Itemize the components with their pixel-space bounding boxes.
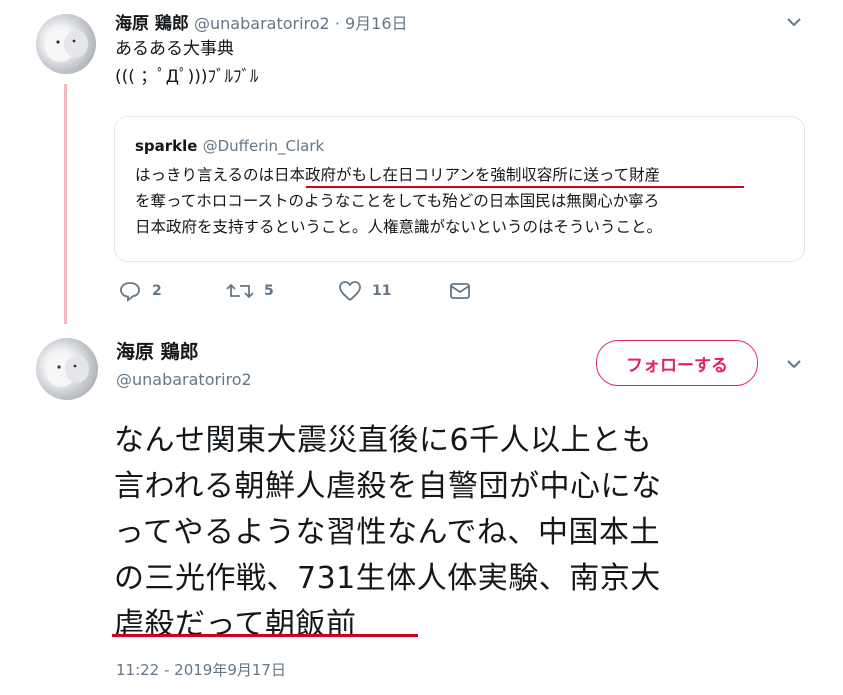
tweet-timestamp[interactable]: 11:22 - 2019年9月17日: [116, 659, 286, 680]
quoted-tweet-header: sparkle @Dufferin_Clark: [135, 136, 324, 155]
chevron-down-icon[interactable]: [783, 11, 805, 33]
tweet-text-line-2: ((( ；ﾟДﾟ)))ﾌﾞﾙﾌﾞﾙ: [115, 67, 259, 87]
quoted-text-line: 日本政府を支持するということ。人権意識がないというのはそういうこと。: [135, 218, 663, 236]
quoted-author-handle: @Dufferin_Clark: [202, 137, 325, 155]
avatar[interactable]: [36, 338, 98, 400]
chevron-down-icon[interactable]: [783, 353, 805, 375]
author-handle[interactable]: @unabaratoriro2: [194, 14, 330, 33]
annotation-underline: [112, 634, 418, 637]
author-name[interactable]: 海原 鶏郎: [115, 14, 189, 34]
quoted-text-line: を奪ってホロコーストのようなことをしても殆どの日本国民は無関心か寧ろ: [135, 192, 660, 210]
tweet-header: 海原 鶏郎 @unabaratoriro2 · 9月16日: [115, 9, 408, 34]
reply-button[interactable]: 2: [118, 280, 162, 302]
reply-count: 2: [152, 283, 162, 299]
tweet-text-line: 虐殺だって朝飯前: [114, 607, 357, 642]
author-name[interactable]: 海原 鶏郎: [116, 337, 199, 364]
like-icon: [339, 281, 361, 302]
retweet-icon: [226, 283, 254, 299]
tweet-date[interactable]: · 9月16日: [335, 14, 408, 33]
tweet-text-line: 言われる朝鮮人虐殺を自警団が中心にな: [114, 469, 662, 504]
annotation-underline: [306, 186, 744, 188]
author-handle[interactable]: @unabaratoriro2: [116, 370, 252, 389]
retweet-button[interactable]: 5: [226, 280, 274, 302]
tweet-text-line: の三光作戦、731生体人体実験、南京大: [114, 561, 661, 596]
message-icon[interactable]: [448, 280, 472, 302]
thread-line: [64, 84, 67, 324]
follow-button[interactable]: フォローする: [596, 340, 758, 386]
quoted-text-line: はっきり言えるのは日本政府がもし在日コリアンを強制収容所に送って財産: [135, 166, 661, 184]
tweet-text-line: なんせ関東大震災直後に6千人以上とも: [114, 423, 653, 458]
tweet-text-line-1: あるある大事典: [115, 39, 234, 59]
tweet-text-line: ってやるような習性なんでね、中国本土: [114, 515, 660, 550]
like-button[interactable]: 11: [338, 280, 391, 302]
like-count: 11: [372, 283, 392, 299]
reply-icon: [120, 282, 140, 302]
avatar[interactable]: [36, 14, 96, 74]
retweet-count: 5: [264, 283, 274, 299]
quoted-author-name: sparkle: [135, 137, 198, 155]
